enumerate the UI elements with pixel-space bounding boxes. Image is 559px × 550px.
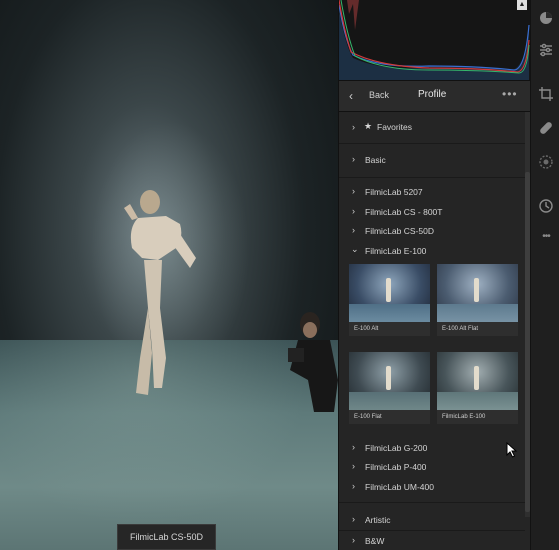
group-label: B&W xyxy=(365,536,385,546)
divider xyxy=(339,502,525,503)
cursor-icon xyxy=(506,442,518,458)
chevron-right-icon: › xyxy=(352,514,355,524)
more-vertical-icon[interactable]: ••• xyxy=(536,226,556,246)
profile-tooltip: FilmicLab CS-50D xyxy=(117,524,216,550)
healing-icon[interactable] xyxy=(536,118,556,138)
profile-thumb-e100-flat[interactable]: E-100 Flat xyxy=(349,352,430,424)
tool-strip: ••• xyxy=(530,0,559,550)
group-label: Favorites xyxy=(377,122,412,132)
group-label: FilmicLab G-200 xyxy=(365,443,428,453)
profile-thumb-filmiclab-e100[interactable]: FilmicLab E-100 xyxy=(437,352,518,424)
profile-header: ‹ Back Profile ••• xyxy=(339,80,531,112)
group-label: FilmicLab 5207 xyxy=(365,187,423,197)
group-filmiclab-cs-50d[interactable]: › FilmicLab CS-50D xyxy=(339,222,525,240)
divider xyxy=(339,530,525,531)
group-filmiclab-5207[interactable]: › FilmicLab 5207 xyxy=(339,183,525,201)
group-filmiclab-g200[interactable]: › FilmicLab G-200 xyxy=(339,439,525,457)
photo-canvas[interactable] xyxy=(0,0,338,550)
star-icon: ★ xyxy=(364,121,373,131)
group-filmiclab-p400[interactable]: › FilmicLab P-400 xyxy=(339,458,525,476)
group-label: FilmicLab CS - 800T xyxy=(365,207,443,217)
more-icon[interactable]: ••• xyxy=(502,87,518,101)
chevron-right-icon: › xyxy=(352,122,355,132)
chevron-right-icon: › xyxy=(352,154,355,164)
crop-icon[interactable] xyxy=(536,84,556,104)
profile-panel: ▲ ‹ Back Profile ••• › ★ Favorites › Bas… xyxy=(338,0,531,550)
chevron-right-icon: › xyxy=(352,535,355,545)
group-label: FilmicLab UM-400 xyxy=(365,482,434,492)
histogram[interactable]: ▲ xyxy=(338,0,531,80)
histogram-graph xyxy=(338,0,530,80)
chevron-right-icon: › xyxy=(352,442,355,452)
group-label: FilmicLab P-400 xyxy=(365,462,427,472)
thumb-caption: FilmicLab E-100 xyxy=(437,410,518,424)
panel-title: Profile xyxy=(418,89,447,100)
photographer-figure xyxy=(288,312,338,412)
thumb-image xyxy=(349,352,430,410)
thumb-caption: E-100 Alt Flat xyxy=(437,322,518,336)
group-filmiclab-e100[interactable]: ⌄ FilmicLab E-100 xyxy=(339,242,525,260)
history-icon[interactable] xyxy=(536,196,556,216)
profile-thumb-e100-alt[interactable]: E-100 Alt xyxy=(349,264,430,336)
chevron-right-icon: › xyxy=(352,481,355,491)
chevron-right-icon: › xyxy=(352,461,355,471)
sliders-icon[interactable] xyxy=(536,40,556,60)
thumb-image xyxy=(349,264,430,322)
group-filmiclab-um400[interactable]: › FilmicLab UM-400 xyxy=(339,478,525,496)
chevron-down-icon: ⌄ xyxy=(351,244,359,254)
chevron-right-icon: › xyxy=(352,186,355,196)
profile-thumb-e100-alt-flat[interactable]: E-100 Alt Flat xyxy=(437,264,518,336)
group-label: FilmicLab CS-50D xyxy=(365,226,434,236)
group-bw[interactable]: › B&W xyxy=(339,532,525,550)
dancer-figure xyxy=(124,190,196,395)
thumb-caption: E-100 Flat xyxy=(349,410,430,424)
thumb-caption: E-100 Alt xyxy=(349,322,430,336)
masking-icon[interactable] xyxy=(536,152,556,172)
group-label: Basic xyxy=(365,155,386,165)
back-icon[interactable]: ‹ xyxy=(349,89,353,103)
thumb-image xyxy=(437,352,518,410)
group-favorites[interactable]: › ★ Favorites xyxy=(339,112,525,144)
group-filmiclab-cs-800t[interactable]: › FilmicLab CS - 800T xyxy=(339,203,525,221)
group-label: FilmicLab E-100 xyxy=(365,246,427,256)
thumb-image xyxy=(437,264,518,322)
group-label: Artistic xyxy=(365,515,391,525)
edit-circle-icon[interactable] xyxy=(536,8,556,28)
group-artistic[interactable]: › Artistic xyxy=(339,511,525,529)
back-button[interactable]: Back xyxy=(369,90,389,100)
chevron-right-icon: › xyxy=(352,206,355,216)
group-basic[interactable]: › Basic xyxy=(339,144,525,178)
chevron-right-icon: › xyxy=(352,225,355,235)
histogram-collapse-icon[interactable]: ▲ xyxy=(517,0,527,10)
